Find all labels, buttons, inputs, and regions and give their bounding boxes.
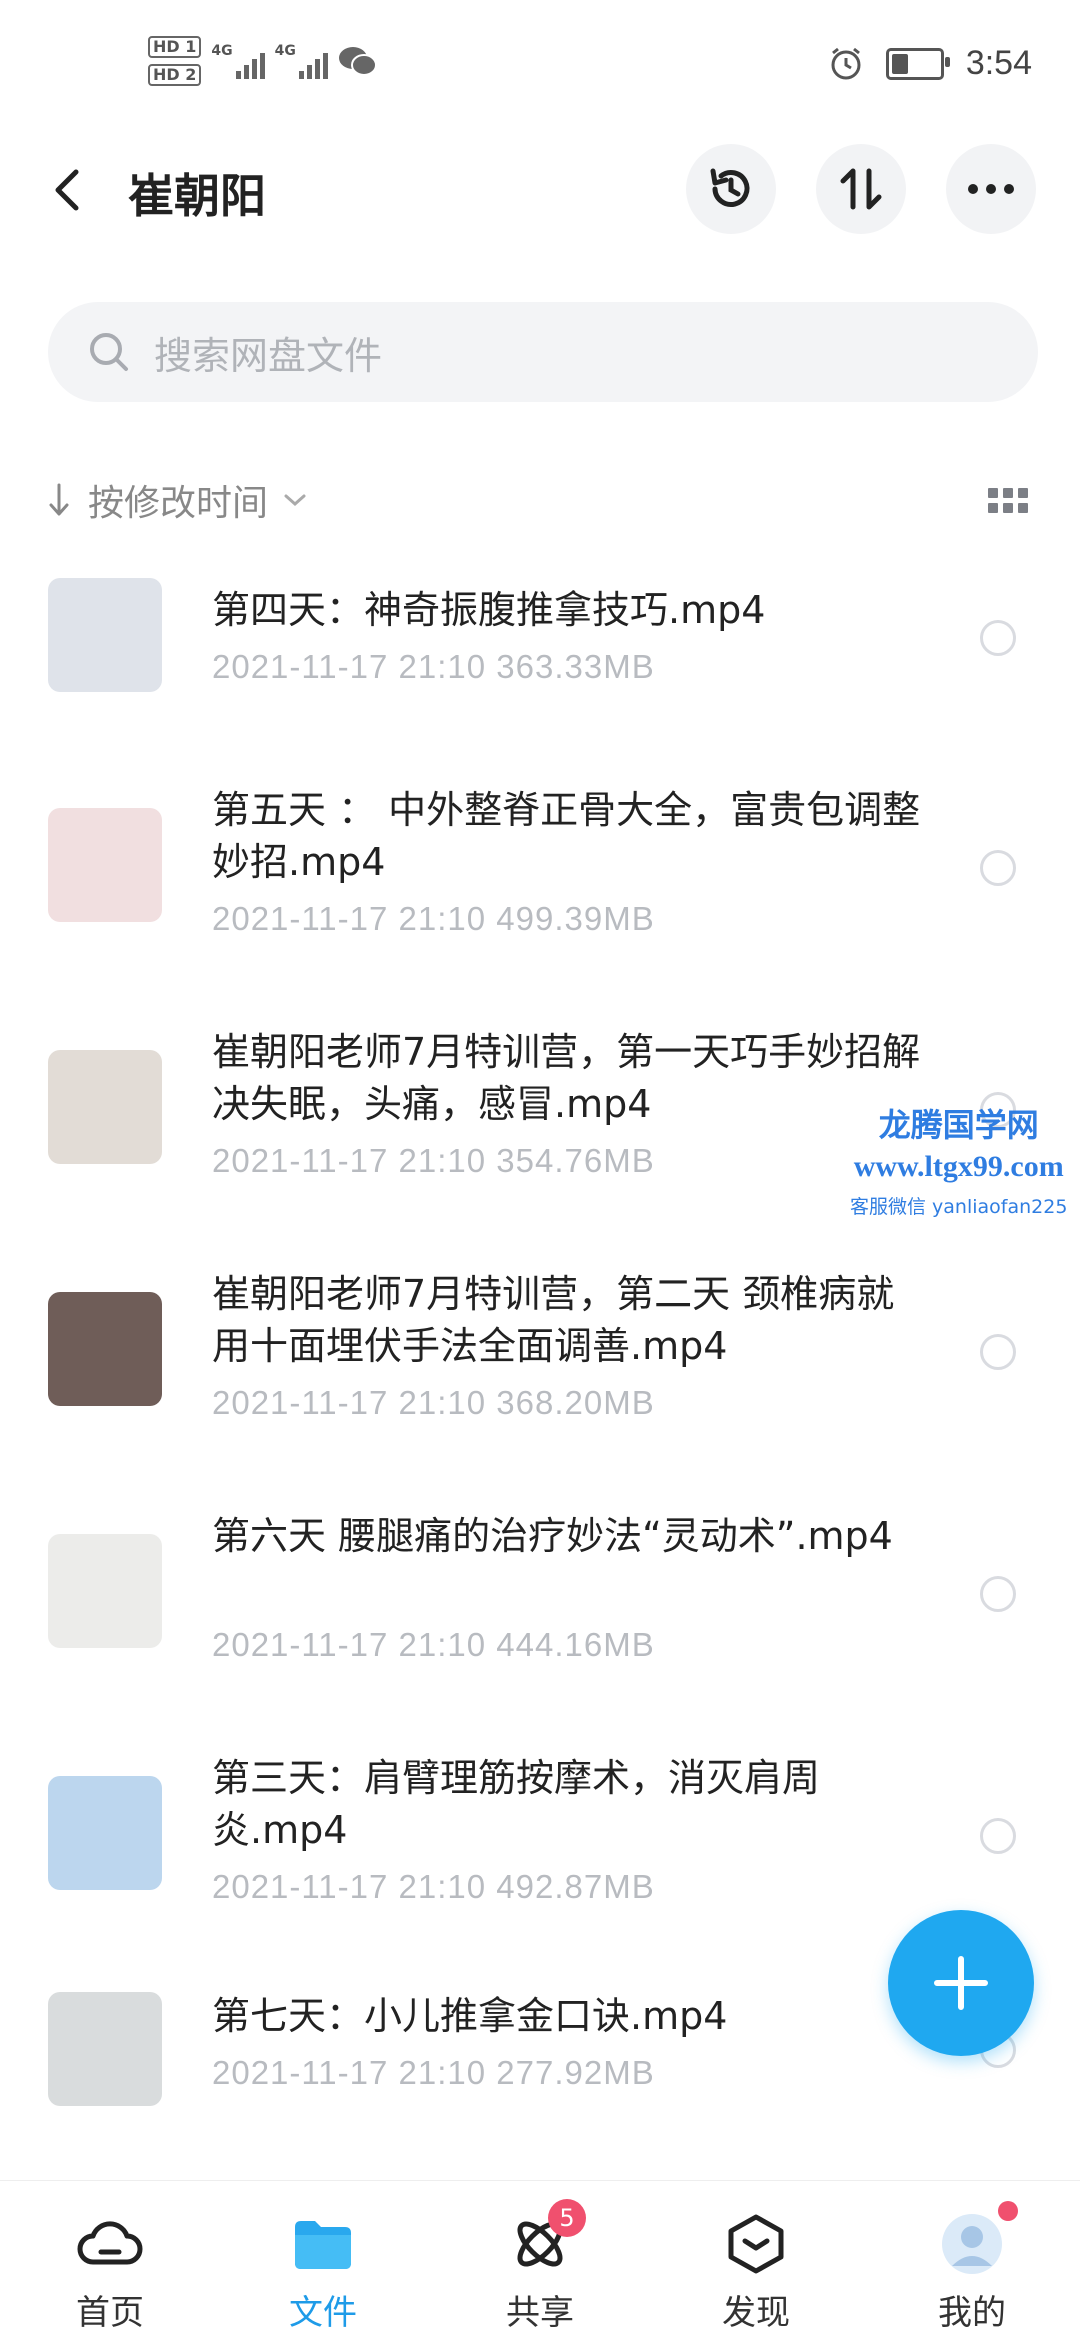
select-radio[interactable] (980, 1818, 1016, 1854)
nav-label: 首页 (76, 2293, 144, 2333)
file-name: 崔朝阳老师7月特训营，第二天 颈椎病就用十面埋伏手法全面调善.mp4 (212, 1272, 895, 1368)
nav-label: 文件 (289, 2293, 357, 2333)
nav-profile[interactable]: 我的 (902, 2201, 1042, 2334)
file-name: 第六天 腰腿痛的治疗妙法“灵动术”.mp4 (212, 1514, 893, 1558)
bottom-nav: 首页 文件 5 共享 发现 我的 (0, 2180, 1080, 2341)
video-thumbnail (48, 1292, 162, 1406)
watermark-title: 龙腾国学网 (878, 1106, 1039, 1144)
status-left: HD 1 HD 2 4G 4G (148, 36, 378, 86)
battery-icon (885, 47, 950, 80)
arrow-down-icon[interactable] (48, 482, 70, 518)
sort-dropdown[interactable]: 按修改时间 (88, 474, 268, 526)
file-meta: 2021-11-17 21:10 492.87MB (212, 1868, 655, 1905)
nav-discover[interactable]: 发现 (686, 2209, 826, 2334)
header: 崔朝阳 (0, 140, 1080, 240)
search-icon (90, 333, 128, 371)
transfer-button[interactable] (816, 144, 906, 234)
file-meta: 2021-11-17 21:10 368.20MB (212, 1384, 655, 1421)
select-radio[interactable] (980, 1334, 1016, 1370)
nav-home[interactable]: 首页 (40, 2209, 180, 2334)
more-icon (968, 184, 1014, 194)
video-thumbnail (48, 1050, 162, 1164)
file-name: 第四天：神奇振腹推拿技巧.mp4 (212, 588, 766, 632)
add-button[interactable] (888, 1910, 1034, 2056)
more-button[interactable] (946, 144, 1036, 234)
file-name: 第五天 ： 中外整脊正骨大全，富贵包调整妙招.mp4 (212, 788, 921, 884)
sort-row: 按修改时间 (48, 470, 1028, 530)
file-meta: 2021-11-17 21:10 363.33MB (212, 648, 655, 685)
nav-label: 我的 (938, 2293, 1006, 2333)
file-name: 崔朝阳老师7月特训营，第一天巧手妙招解决失眠，头痛，感冒.mp4 (212, 1030, 921, 1126)
select-radio[interactable] (980, 850, 1016, 886)
file-name: 第七天：小儿推拿金口诀.mp4 (212, 1994, 728, 2038)
battery-level (891, 53, 908, 74)
clock: 3:54 (965, 44, 1032, 82)
file-name: 第三天：肩臂理筋按摩术，消灭肩周炎.mp4 (212, 1756, 821, 1852)
history-icon (710, 168, 750, 207)
hd2-indicator: HD 2 (148, 64, 202, 86)
chevron-left-icon[interactable] (48, 166, 88, 214)
signal-icon: 4G (275, 43, 328, 79)
avatar-icon (942, 2214, 1002, 2274)
nav-share[interactable]: 5 共享 (470, 2199, 610, 2334)
select-radio[interactable] (980, 1576, 1016, 1612)
cloud-icon (77, 2221, 143, 2265)
notification-dot (998, 2201, 1018, 2221)
hd1-indicator: HD 1 (148, 36, 202, 58)
video-thumbnail (48, 578, 162, 692)
nav-label: 发现 (722, 2293, 790, 2333)
folder-icon (295, 2221, 351, 2269)
plus-icon (934, 1956, 988, 2010)
status-bar: HD 1 HD 2 4G 4G 3:54 (0, 0, 1080, 130)
nav-files[interactable]: 文件 (253, 2209, 393, 2334)
watermark: 龙腾国学网 www.ltgx99.com 客服微信 yanliaofan225 (850, 1100, 1067, 1219)
file-meta: 2021-11-17 21:10 444.16MB (212, 1626, 655, 1663)
file-meta: 2021-11-17 21:10 354.76MB (212, 1142, 655, 1179)
transfer-icon (840, 168, 882, 210)
chevron-down-icon[interactable] (282, 492, 308, 508)
video-thumbnail (48, 1534, 162, 1648)
status-right: 3:54 (828, 44, 1032, 83)
watermark-url: www.ltgx99.com (853, 1150, 1064, 1183)
video-thumbnail (48, 808, 162, 922)
search-input[interactable]: 搜索网盘文件 (48, 302, 1038, 402)
video-thumbnail (48, 1776, 162, 1890)
nav-label: 共享 (506, 2293, 574, 2333)
file-meta: 2021-11-17 21:10 277.92MB (212, 2054, 655, 2091)
signal-icon: 4G (211, 43, 265, 79)
share-badge: 5 (548, 2199, 586, 2237)
file-meta: 2021-11-17 21:10 499.39MB (212, 900, 655, 937)
wechat-icon (338, 47, 377, 76)
discover-cube-icon (728, 2214, 784, 2274)
select-radio[interactable] (980, 620, 1016, 656)
video-thumbnail (48, 1992, 162, 2106)
history-button[interactable] (686, 144, 776, 234)
watermark-contact: 客服微信 yanliaofan225 (850, 1196, 1068, 1218)
page-title: 崔朝阳 (128, 169, 266, 223)
search-placeholder: 搜索网盘文件 (154, 333, 383, 378)
grid-view-icon[interactable] (988, 488, 1028, 513)
alarm-icon (831, 47, 861, 79)
